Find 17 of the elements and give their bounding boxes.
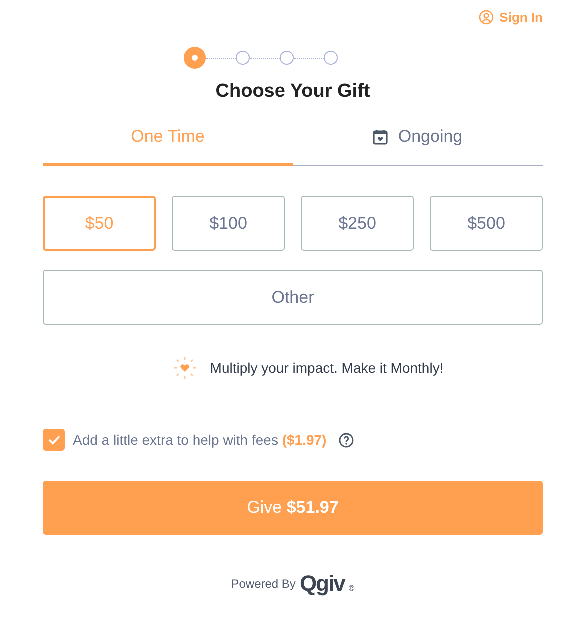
registered-mark: ® xyxy=(348,584,355,593)
calendar-icon xyxy=(373,129,388,145)
fees-label: Add a little extra to help with fees ($1.97) xyxy=(73,432,327,448)
other-amount-option[interactable]: Other xyxy=(43,270,543,325)
sparkle-heart-icon xyxy=(172,355,198,381)
powered-by-text: Powered By xyxy=(231,577,296,591)
amount-option[interactable]: $100 xyxy=(172,196,285,251)
promo-text: Multiply your impact. Make it Monthly! xyxy=(210,360,444,376)
fees-checkbox[interactable] xyxy=(43,429,65,451)
frequency-tab[interactable]: Ongoing xyxy=(293,127,543,166)
amount-option[interactable]: $250 xyxy=(301,196,414,251)
form-title: Choose Your Gift xyxy=(214,81,372,103)
checkmark-icon xyxy=(48,435,60,445)
brand-logo: Qgiv xyxy=(300,571,345,597)
user-icon xyxy=(478,10,494,25)
amount-option[interactable]: $500 xyxy=(430,196,543,251)
help-icon[interactable] xyxy=(338,432,354,448)
